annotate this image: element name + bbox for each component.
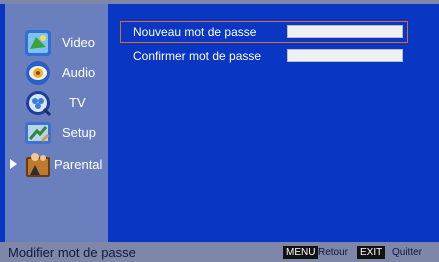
menu-key-action: Retour [318, 247, 349, 258]
selected-arrow-icon [10, 159, 17, 169]
new-password-row[interactable]: Nouveau mot de passe [120, 21, 408, 43]
password-panel: Nouveau mot de passe Confirmer mot de pa… [108, 4, 433, 242]
new-password-label: Nouveau mot de passe [133, 25, 257, 39]
tv-osd-screen: Video Audio TV Setup Parental Nouveau mo… [0, 0, 439, 262]
sidebar-item-label: TV [69, 95, 86, 110]
tv-icon [24, 89, 52, 117]
video-icon [24, 29, 52, 57]
confirm-password-field[interactable] [287, 49, 403, 62]
sidebar-item-label: Parental [54, 157, 103, 172]
sidebar-item-label: Setup [62, 125, 96, 140]
menu-key-badge[interactable]: MENU [283, 246, 319, 259]
confirm-password-label: Confirmer mot de passe [133, 49, 262, 63]
right-edge [433, 4, 439, 242]
exit-key-action: Quitter [392, 247, 423, 258]
status-bar: Modifier mot de passe MENU Retour EXIT Q… [0, 242, 439, 262]
exit-key-badge[interactable]: EXIT [357, 246, 386, 259]
sidebar-item-audio[interactable]: Audio [5, 57, 108, 89]
new-password-field[interactable] [287, 25, 403, 38]
sidebar-item-video[interactable]: Video [5, 27, 108, 59]
sidebar-item-tv[interactable]: TV [5, 87, 108, 119]
status-title: Modifier mot de passe [8, 245, 136, 260]
audio-icon [24, 59, 52, 87]
sidebar-menu: Video Audio TV Setup Parental [5, 4, 108, 242]
parental-icon [24, 151, 52, 179]
sidebar-item-label: Audio [62, 65, 96, 80]
sidebar-item-label: Video [62, 35, 96, 50]
setup-icon [24, 119, 52, 147]
sidebar-item-parental[interactable]: Parental [5, 149, 108, 181]
sidebar-item-setup[interactable]: Setup [5, 117, 108, 149]
confirm-password-row[interactable]: Confirmer mot de passe [121, 46, 407, 66]
